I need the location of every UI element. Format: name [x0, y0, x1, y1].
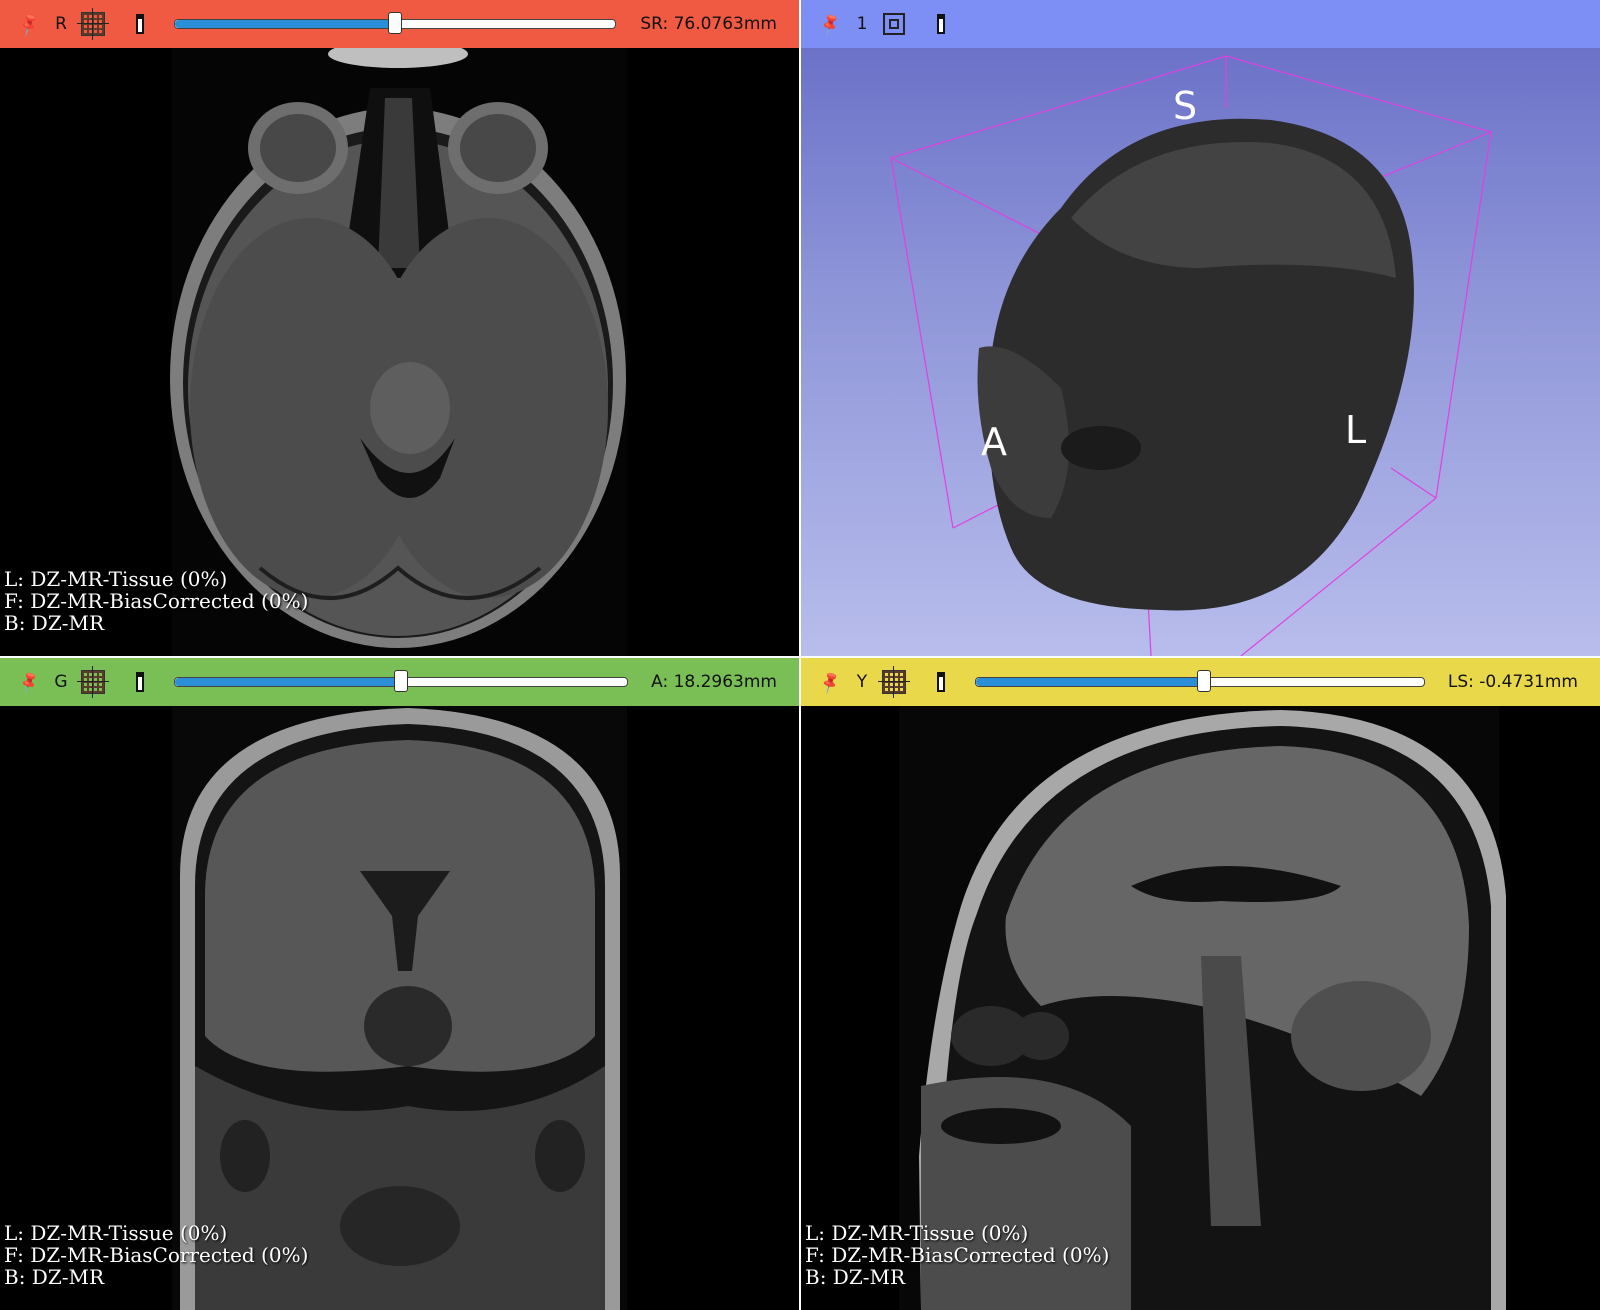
- slider-fill: [175, 20, 395, 28]
- layer-info-overlay: L: DZ-MR-Tissue (0%) F: DZ-MR-BiasCorrec…: [805, 1222, 1109, 1288]
- background-layer-text: B: DZ-MR: [4, 611, 105, 635]
- view-label: Y: [856, 672, 868, 692]
- maximize-view-icon[interactable]: [114, 667, 144, 697]
- center-3d-icon[interactable]: [879, 9, 909, 39]
- yellow-view-controller-bar: 📌 Y LS: -0.4731mm: [801, 658, 1600, 706]
- slice-offset-slider[interactable]: [975, 670, 1425, 692]
- axial-mri-drawing: [170, 40, 627, 656]
- view-label: 1: [856, 14, 868, 34]
- slice-grid-icon[interactable]: [878, 666, 910, 698]
- coronal-mri-drawing: [172, 706, 627, 1310]
- slice-grid-icon[interactable]: [77, 8, 109, 40]
- slider-fill: [175, 678, 401, 686]
- volume-rendering-drawing: [890, 55, 1493, 656]
- maximize-view-icon[interactable]: [915, 9, 945, 39]
- 3d-view-controller-bar: 📌 1: [801, 0, 1600, 48]
- slice-position-readout: A: 18.2963mm: [651, 672, 777, 692]
- slice-grid-icon[interactable]: [77, 666, 109, 698]
- orientation-marker-anterior: A: [981, 420, 1007, 464]
- slider-handle[interactable]: [1197, 670, 1212, 692]
- label-layer-text: L: DZ-MR-Tissue (0%): [805, 1221, 1029, 1245]
- orientation-marker-superior: S: [1173, 84, 1198, 128]
- slice-position-readout: SR: 76.0763mm: [640, 14, 777, 34]
- sagittal-mri-image[interactable]: [801, 706, 1600, 1310]
- 3d-render-area[interactable]: S A L: [801, 48, 1600, 656]
- yellow-slice-view[interactable]: 📌 Y LS: -0.4731mm L: DZ-MR-Tissue (0%) F…: [801, 658, 1600, 1310]
- pin-icon[interactable]: 📌: [14, 9, 44, 39]
- maximize-view-icon[interactable]: [915, 667, 945, 697]
- pin-icon[interactable]: 📌: [815, 667, 845, 697]
- 3d-view[interactable]: 📌 1 S A L: [801, 0, 1600, 656]
- background-layer-text: B: DZ-MR: [805, 1265, 906, 1289]
- background-layer-text: B: DZ-MR: [4, 1265, 105, 1289]
- foreground-layer-text: F: DZ-MR-BiasCorrected (0%): [4, 1243, 309, 1267]
- layer-info-overlay: L: DZ-MR-Tissue (0%) F: DZ-MR-BiasCorrec…: [4, 568, 308, 634]
- coronal-mri-image[interactable]: [0, 706, 799, 1310]
- red-view-controller-bar: 📌 R SR: 76.0763mm: [0, 0, 799, 48]
- red-slice-view[interactable]: 📌 R SR: 76.0763mm L: DZ-MR-Tissue (0%) F…: [0, 0, 799, 656]
- sagittal-mri-drawing: [899, 706, 1506, 1310]
- foreground-layer-text: F: DZ-MR-BiasCorrected (0%): [805, 1243, 1110, 1267]
- axial-mri-image[interactable]: [0, 40, 799, 656]
- slider-handle[interactable]: [394, 670, 408, 692]
- green-view-controller-bar: 📌 G A: 18.2963mm: [0, 658, 799, 706]
- pin-icon[interactable]: 📌: [815, 9, 845, 39]
- label-layer-text: L: DZ-MR-Tissue (0%): [4, 1221, 228, 1245]
- orientation-marker-left: L: [1345, 408, 1367, 452]
- maximize-view-icon[interactable]: [114, 9, 144, 39]
- green-slice-view[interactable]: 📌 G A: 18.2963mm L: DZ-MR-Tissue (0%) F:…: [0, 658, 799, 1310]
- slider-fill: [976, 678, 1205, 686]
- slice-offset-slider[interactable]: [174, 12, 616, 34]
- view-label: R: [55, 14, 67, 34]
- slice-position-readout: LS: -0.4731mm: [1447, 672, 1578, 692]
- pin-icon[interactable]: 📌: [14, 667, 44, 697]
- view-label: G: [54, 672, 68, 692]
- layer-info-overlay: L: DZ-MR-Tissue (0%) F: DZ-MR-BiasCorrec…: [4, 1222, 308, 1288]
- label-layer-text: L: DZ-MR-Tissue (0%): [4, 567, 228, 591]
- foreground-layer-text: F: DZ-MR-BiasCorrected (0%): [4, 589, 309, 613]
- slice-offset-slider[interactable]: [174, 670, 628, 692]
- slider-handle[interactable]: [388, 12, 402, 34]
